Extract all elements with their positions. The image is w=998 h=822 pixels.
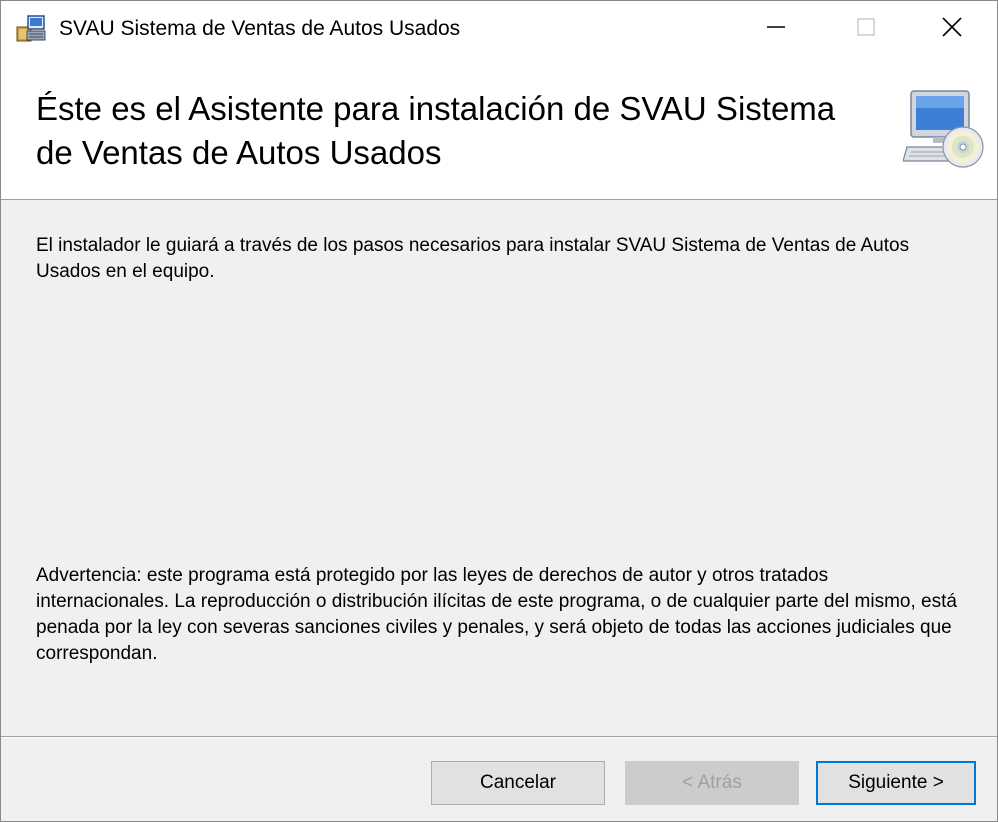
header-banner: Éste es el Asistente para instalación de… <box>1 57 997 200</box>
maximize-icon <box>855 16 877 43</box>
minimize-icon <box>765 16 787 43</box>
installer-package-icon <box>15 13 47 45</box>
cancel-button[interactable]: Cancelar <box>431 761 605 805</box>
footer-divider <box>1 736 997 738</box>
page-title: Éste es el Asistente para instalación de… <box>36 90 836 171</box>
window-title: SVAU Sistema de Ventas de Autos Usados <box>59 17 461 40</box>
computer-cd-icon <box>902 89 985 171</box>
copyright-warning: Advertencia: este programa está protegid… <box>36 565 957 664</box>
back-button[interactable]: < Atrás <box>625 761 799 805</box>
close-button[interactable] <box>907 1 997 57</box>
minimize-button[interactable] <box>731 1 821 57</box>
close-icon <box>940 15 964 44</box>
intro-text: El instalador le guiará a través de los … <box>36 235 910 282</box>
title-bar[interactable]: SVAU Sistema de Ventas de Autos Usados <box>1 1 997 57</box>
maximize-button[interactable] <box>821 1 911 57</box>
installer-window: SVAU Sistema de Ventas de Autos Usados É… <box>0 0 998 822</box>
next-button[interactable]: Siguiente > <box>816 761 976 805</box>
